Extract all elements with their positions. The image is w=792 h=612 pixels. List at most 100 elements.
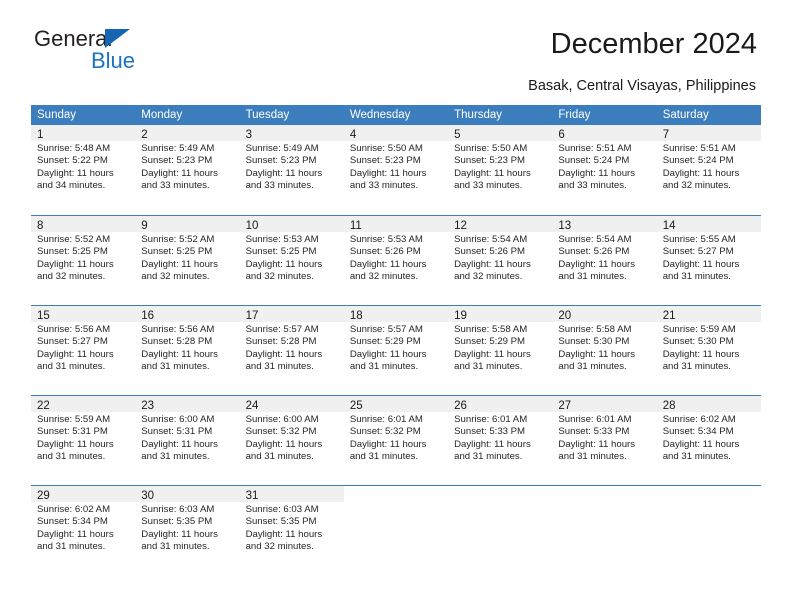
daylight-text-line2: and 32 minutes.: [349, 271, 419, 283]
day-number-band: 12: [448, 216, 553, 232]
calendar-day-cell[interactable]: 30 Sunrise: 6:03 AM Sunset: 5:35 PM Dayligh…: [135, 486, 240, 575]
day-number-band: 25: [343, 396, 449, 412]
calendar-day-cell[interactable]: 12 Sunrise: 5:54 AM Sunset: 5:26 PM Dayligh…: [448, 216, 553, 305]
daylight-text-line2: and 33 minutes.: [454, 180, 523, 192]
daylight-text-line2: and 31 minutes.: [349, 361, 419, 373]
day-number-band: 15: [31, 306, 136, 322]
sunrise-text: Sunrise: 5:49 AM: [245, 143, 319, 154]
daylight-text-line2: and 31 minutes.: [454, 451, 523, 463]
calendar-day-cell[interactable]: 27 Sunrise: 6:01 AM Sunset: 5:33 PM Dayligh…: [552, 396, 657, 485]
day-number-band: 2: [135, 125, 240, 141]
sunset-text: Sunset: 5:29 PM: [349, 336, 421, 348]
sunrise-text: Sunrise: 6:02 AM: [37, 504, 111, 515]
day-number: 5: [454, 129, 461, 141]
sunrise-text: Sunrise: 5:56 AM: [37, 324, 111, 335]
daylight-text-line1: Daylight: 11 hours: [245, 258, 323, 270]
calendar-day-cell[interactable]: 5 Sunrise: 5:50 AM Sunset: 5:23 PM Daylight…: [448, 125, 553, 215]
day-details: Sunrise: 5:50 AM Sunset: 5:23 PM Daylight:…: [448, 141, 552, 193]
day-number: 13: [558, 220, 572, 232]
calendar-day-cell[interactable]: 31 Sunrise: 6:03 AM Sunset: 5:35 PM Dayligh…: [239, 486, 344, 575]
calendar-day-cell[interactable]: 24 Sunrise: 6:00 AM Sunset: 5:32 PM Dayligh…: [239, 396, 344, 485]
blue-triangle-icon: [105, 29, 130, 48]
daylight-text-line1: Daylight: 11 hours: [349, 258, 427, 270]
calendar-day-cell[interactable]: 22 Sunrise: 5:59 AM Sunset: 5:31 PM Dayligh…: [31, 396, 136, 485]
daylight-text-line2: and 31 minutes.: [662, 271, 731, 283]
daylight-text-line2: and 31 minutes.: [558, 361, 627, 373]
day-number: 20: [558, 310, 572, 322]
calendar-day-cell[interactable]: 3 Sunrise: 5:49 AM Sunset: 5:23 PM Daylight…: [239, 125, 344, 215]
day-number-band: 7: [656, 125, 761, 141]
calendar-day-cell[interactable]: 21 Sunrise: 5:59 AM Sunset: 5:30 PM Dayligh…: [656, 306, 761, 395]
brand-logo[interactable]: General Blue: [34, 26, 214, 78]
calendar-day-cell[interactable]: 17 Sunrise: 5:57 AM Sunset: 5:28 PM Dayligh…: [239, 306, 344, 395]
daylight-text-line2: and 32 minutes.: [454, 271, 523, 283]
calendar-day-cell[interactable]: 25 Sunrise: 6:01 AM Sunset: 5:32 PM Dayligh…: [343, 396, 449, 485]
daylight-text-line1: Daylight: 11 hours: [662, 348, 740, 360]
daylight-text-line1: Daylight: 11 hours: [245, 438, 323, 450]
weekday-header-saturday: Saturday: [662, 109, 709, 121]
calendar-day-cell[interactable]: 15 Sunrise: 5:56 AM Sunset: 5:27 PM Dayligh…: [31, 306, 136, 395]
sunset-text: Sunset: 5:35 PM: [245, 516, 317, 528]
sunrise-text: Sunrise: 5:58 AM: [558, 324, 632, 335]
day-number-band: 30: [135, 486, 240, 502]
day-details: Sunrise: 5:52 AM Sunset: 5:25 PM Daylight:…: [135, 232, 239, 284]
daylight-text-line1: Daylight: 11 hours: [349, 348, 427, 360]
calendar-day-cell[interactable]: 2 Sunrise: 5:49 AM Sunset: 5:23 PM Daylight…: [135, 125, 240, 215]
daylight-text-line2: and 32 minutes.: [245, 541, 314, 553]
sunrise-text: Sunrise: 5:48 AM: [37, 143, 111, 154]
daylight-text-line1: Daylight: 11 hours: [558, 258, 636, 270]
daylight-text-line2: and 31 minutes.: [141, 541, 210, 553]
day-number-band: 18: [343, 306, 449, 322]
day-number-band: [552, 486, 656, 502]
calendar-day-cell[interactable]: 28 Sunrise: 6:02 AM Sunset: 5:34 PM Dayligh…: [656, 396, 761, 485]
daylight-text-line2: and 33 minutes.: [245, 180, 314, 192]
daylight-text-line1: Daylight: 11 hours: [558, 348, 636, 360]
calendar-day-cell[interactable]: 6 Sunrise: 5:51 AM Sunset: 5:24 PM Daylight…: [552, 125, 657, 215]
daylight-text-line1: Daylight: 11 hours: [37, 438, 114, 450]
day-number: 2: [141, 129, 148, 141]
daylight-text-line2: and 31 minutes.: [37, 451, 106, 463]
day-details: Sunrise: 6:01 AM Sunset: 5:33 PM Daylight:…: [448, 412, 552, 464]
daylight-text-line2: and 31 minutes.: [454, 361, 523, 373]
day-number-band: 20: [552, 306, 657, 322]
calendar-day-cell[interactable]: 20 Sunrise: 5:58 AM Sunset: 5:30 PM Dayligh…: [552, 306, 657, 395]
sunset-text: Sunset: 5:22 PM: [37, 155, 108, 167]
day-number-band: 3: [239, 125, 344, 141]
calendar-day-cell[interactable]: 8 Sunrise: 5:52 AM Sunset: 5:25 PM Daylight…: [31, 216, 136, 305]
daylight-text-line1: Daylight: 11 hours: [349, 167, 427, 179]
sunset-text: Sunset: 5:31 PM: [141, 426, 213, 438]
calendar-day-cell[interactable]: 7 Sunrise: 5:51 AM Sunset: 5:24 PM Daylight…: [656, 125, 761, 215]
calendar-day-cell[interactable]: 13 Sunrise: 5:54 AM Sunset: 5:26 PM Dayligh…: [552, 216, 657, 305]
day-number-band: 9: [135, 216, 240, 232]
sunset-text: Sunset: 5:30 PM: [558, 336, 630, 348]
calendar-day-cell[interactable]: 10 Sunrise: 5:53 AM Sunset: 5:25 PM Dayligh…: [239, 216, 344, 305]
sunrise-text: Sunrise: 6:01 AM: [558, 414, 632, 425]
calendar-day-cell[interactable]: 26 Sunrise: 6:01 AM Sunset: 5:33 PM Dayligh…: [448, 396, 553, 485]
sunset-text: Sunset: 5:23 PM: [349, 155, 421, 167]
calendar-day-cell[interactable]: 29 Sunrise: 6:02 AM Sunset: 5:34 PM Dayligh…: [31, 486, 136, 575]
calendar-day-cell[interactable]: 19 Sunrise: 5:58 AM Sunset: 5:29 PM Dayligh…: [448, 306, 553, 395]
calendar-day-cell[interactable]: 4 Sunrise: 5:50 AM Sunset: 5:23 PM Daylight…: [343, 125, 449, 215]
day-number: 14: [662, 220, 676, 232]
day-details: Sunrise: 5:50 AM Sunset: 5:23 PM Daylight:…: [344, 141, 448, 193]
day-number-band: 17: [239, 306, 344, 322]
sunset-text: Sunset: 5:27 PM: [662, 246, 734, 258]
calendar-day-cell[interactable]: 14 Sunrise: 5:55 AM Sunset: 5:27 PM Dayligh…: [656, 216, 761, 305]
daylight-text-line1: Daylight: 11 hours: [454, 348, 531, 360]
weekday-header-tuesday: Tuesday: [245, 109, 290, 121]
sunrise-text: Sunrise: 6:03 AM: [141, 504, 215, 515]
sunset-text: Sunset: 5:25 PM: [37, 246, 108, 258]
daylight-text-line1: Daylight: 11 hours: [349, 438, 427, 450]
calendar-day-cell[interactable]: 1 Sunrise: 5:48 AM Sunset: 5:22 PM Daylight…: [31, 125, 136, 215]
calendar-week-row: 1 Sunrise: 5:48 AM Sunset: 5:22 PM Daylight…: [31, 125, 761, 215]
daylight-text-line1: Daylight: 11 hours: [558, 167, 636, 179]
calendar-day-cell[interactable]: 11 Sunrise: 5:53 AM Sunset: 5:26 PM Dayligh…: [343, 216, 449, 305]
daylight-text-line1: Daylight: 11 hours: [37, 348, 114, 360]
calendar-day-cell[interactable]: 18 Sunrise: 5:57 AM Sunset: 5:29 PM Dayligh…: [343, 306, 449, 395]
calendar-day-cell[interactable]: 9 Sunrise: 5:52 AM Sunset: 5:25 PM Daylight…: [135, 216, 240, 305]
daylight-text-line2: and 31 minutes.: [141, 361, 210, 373]
calendar-day-cell[interactable]: 23 Sunrise: 6:00 AM Sunset: 5:31 PM Dayligh…: [135, 396, 240, 485]
calendar-day-cell[interactable]: 16 Sunrise: 5:56 AM Sunset: 5:28 PM Dayligh…: [135, 306, 240, 395]
weekday-header-row: Sunday Monday Tuesday Wednesday Thursday…: [31, 105, 761, 125]
daylight-text-line2: and 31 minutes.: [245, 361, 314, 373]
